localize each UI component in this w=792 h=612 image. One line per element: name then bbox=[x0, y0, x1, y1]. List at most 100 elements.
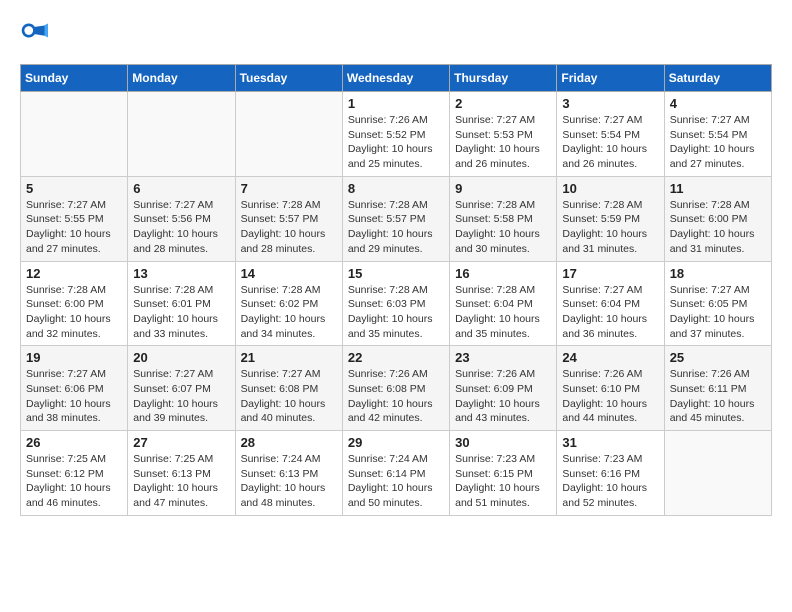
day-number: 6 bbox=[133, 181, 229, 196]
day-info: Sunrise: 7:28 AMSunset: 6:01 PMDaylight:… bbox=[133, 283, 229, 342]
logo bbox=[20, 20, 52, 48]
calendar-cell: 21Sunrise: 7:27 AMSunset: 6:08 PMDayligh… bbox=[235, 346, 342, 431]
calendar-cell: 6Sunrise: 7:27 AMSunset: 5:56 PMDaylight… bbox=[128, 176, 235, 261]
calendar-cell bbox=[664, 431, 771, 516]
day-info: Sunrise: 7:26 AMSunset: 6:08 PMDaylight:… bbox=[348, 367, 444, 426]
calendar-cell: 12Sunrise: 7:28 AMSunset: 6:00 PMDayligh… bbox=[21, 261, 128, 346]
day-number: 29 bbox=[348, 435, 444, 450]
calendar-cell: 13 Sunrise: 7:28 AMSunset: 6:01 PMDayligh… bbox=[128, 261, 235, 346]
weekday-header-friday: Friday bbox=[557, 65, 664, 92]
day-number: 28 bbox=[241, 435, 337, 450]
calendar-cell: 30Sunrise: 7:23 AMSunset: 6:15 PMDayligh… bbox=[450, 431, 557, 516]
day-number: 18 bbox=[670, 266, 766, 281]
day-info: Sunrise: 7:27 AMSunset: 6:05 PMDaylight:… bbox=[670, 283, 766, 342]
day-info: Sunrise: 7:27 AMSunset: 6:07 PMDaylight:… bbox=[133, 367, 229, 426]
day-info: Sunrise: 7:28 AMSunset: 5:57 PMDaylight:… bbox=[348, 198, 444, 257]
weekday-header-wednesday: Wednesday bbox=[342, 65, 449, 92]
calendar-cell: 31 Sunrise: 7:23 AMSunset: 6:16 PMDayligh… bbox=[557, 431, 664, 516]
day-info: Sunrise: 7:27 AMSunset: 6:06 PMDaylight:… bbox=[26, 367, 122, 426]
calendar-table: SundayMondayTuesdayWednesdayThursdayFrid… bbox=[20, 64, 772, 516]
day-number: 5 bbox=[26, 181, 122, 196]
calendar-cell: 22Sunrise: 7:26 AMSunset: 6:08 PMDayligh… bbox=[342, 346, 449, 431]
day-info: Sunrise: 7:25 AMSunset: 6:13 PMDaylight:… bbox=[133, 452, 229, 511]
day-number: 20 bbox=[133, 350, 229, 365]
calendar-cell: 10 Sunrise: 7:28 AMSunset: 5:59 PMDayligh… bbox=[557, 176, 664, 261]
calendar-cell: 29 Sunrise: 7:24 AMSunset: 6:14 PMDayligh… bbox=[342, 431, 449, 516]
day-number: 8 bbox=[348, 181, 444, 196]
day-number: 3 bbox=[562, 96, 658, 111]
day-number: 16 bbox=[455, 266, 551, 281]
day-number: 2 bbox=[455, 96, 551, 111]
calendar-cell: 4Sunrise: 7:27 AMSunset: 5:54 PMDaylight… bbox=[664, 92, 771, 177]
weekday-header-thursday: Thursday bbox=[450, 65, 557, 92]
day-number: 31 bbox=[562, 435, 658, 450]
day-number: 30 bbox=[455, 435, 551, 450]
day-number: 7 bbox=[241, 181, 337, 196]
day-info: Sunrise: 7:26 AMSunset: 6:11 PMDaylight:… bbox=[670, 367, 766, 426]
day-info: Sunrise: 7:28 AMSunset: 6:02 PMDaylight:… bbox=[241, 283, 337, 342]
day-number: 9 bbox=[455, 181, 551, 196]
day-info: Sunrise: 7:26 AMSunset: 5:52 PMDaylight:… bbox=[348, 113, 444, 172]
day-info: Sunrise: 7:23 AMSunset: 6:16 PMDaylight:… bbox=[562, 452, 658, 511]
day-info: Sunrise: 7:28 AMSunset: 5:58 PMDaylight:… bbox=[455, 198, 551, 257]
day-number: 4 bbox=[670, 96, 766, 111]
day-number: 14 bbox=[241, 266, 337, 281]
calendar-cell: 7 Sunrise: 7:28 AMSunset: 5:57 PMDaylight… bbox=[235, 176, 342, 261]
calendar-week-4: 19 Sunrise: 7:27 AMSunset: 6:06 PMDayligh… bbox=[21, 346, 772, 431]
calendar-cell: 5 Sunrise: 7:27 AMSunset: 5:55 PMDaylight… bbox=[21, 176, 128, 261]
calendar-cell: 8 Sunrise: 7:28 AMSunset: 5:57 PMDaylight… bbox=[342, 176, 449, 261]
day-info: Sunrise: 7:27 AMSunset: 5:54 PMDaylight:… bbox=[562, 113, 658, 172]
day-info: Sunrise: 7:24 AMSunset: 6:14 PMDaylight:… bbox=[348, 452, 444, 511]
calendar-week-5: 26 Sunrise: 7:25 AMSunset: 6:12 PMDayligh… bbox=[21, 431, 772, 516]
day-number: 26 bbox=[26, 435, 122, 450]
day-info: Sunrise: 7:26 AMSunset: 6:09 PMDaylight:… bbox=[455, 367, 551, 426]
calendar-cell: 18 Sunrise: 7:27 AMSunset: 6:05 PMDayligh… bbox=[664, 261, 771, 346]
day-number: 11 bbox=[670, 181, 766, 196]
calendar-week-3: 12Sunrise: 7:28 AMSunset: 6:00 PMDayligh… bbox=[21, 261, 772, 346]
logo-icon bbox=[20, 20, 48, 48]
day-number: 17 bbox=[562, 266, 658, 281]
day-info: Sunrise: 7:28 AMSunset: 6:03 PMDaylight:… bbox=[348, 283, 444, 342]
calendar-cell bbox=[21, 92, 128, 177]
day-info: Sunrise: 7:25 AMSunset: 6:12 PMDaylight:… bbox=[26, 452, 122, 511]
day-info: Sunrise: 7:28 AMSunset: 6:00 PMDaylight:… bbox=[670, 198, 766, 257]
calendar-cell: 23 Sunrise: 7:26 AMSunset: 6:09 PMDayligh… bbox=[450, 346, 557, 431]
calendar-cell: 20 Sunrise: 7:27 AMSunset: 6:07 PMDayligh… bbox=[128, 346, 235, 431]
weekday-header-monday: Monday bbox=[128, 65, 235, 92]
day-number: 24 bbox=[562, 350, 658, 365]
weekday-header-saturday: Saturday bbox=[664, 65, 771, 92]
weekday-header-tuesday: Tuesday bbox=[235, 65, 342, 92]
calendar-cell bbox=[128, 92, 235, 177]
calendar-cell: 15 Sunrise: 7:28 AMSunset: 6:03 PMDayligh… bbox=[342, 261, 449, 346]
weekday-header-sunday: Sunday bbox=[21, 65, 128, 92]
day-info: Sunrise: 7:26 AMSunset: 6:10 PMDaylight:… bbox=[562, 367, 658, 426]
day-info: Sunrise: 7:27 AMSunset: 5:53 PMDaylight:… bbox=[455, 113, 551, 172]
calendar-cell: 26 Sunrise: 7:25 AMSunset: 6:12 PMDayligh… bbox=[21, 431, 128, 516]
day-info: Sunrise: 7:28 AMSunset: 5:59 PMDaylight:… bbox=[562, 198, 658, 257]
day-number: 25 bbox=[670, 350, 766, 365]
calendar-cell: 24 Sunrise: 7:26 AMSunset: 6:10 PMDayligh… bbox=[557, 346, 664, 431]
calendar-cell: 19 Sunrise: 7:27 AMSunset: 6:06 PMDayligh… bbox=[21, 346, 128, 431]
day-info: Sunrise: 7:28 AMSunset: 6:04 PMDaylight:… bbox=[455, 283, 551, 342]
day-number: 27 bbox=[133, 435, 229, 450]
calendar-cell: 14 Sunrise: 7:28 AMSunset: 6:02 PMDayligh… bbox=[235, 261, 342, 346]
calendar-week-2: 5 Sunrise: 7:27 AMSunset: 5:55 PMDaylight… bbox=[21, 176, 772, 261]
day-number: 19 bbox=[26, 350, 122, 365]
page-header bbox=[20, 20, 772, 48]
calendar-cell bbox=[235, 92, 342, 177]
calendar-cell: 28 Sunrise: 7:24 AMSunset: 6:13 PMDayligh… bbox=[235, 431, 342, 516]
calendar-cell: 3 Sunrise: 7:27 AMSunset: 5:54 PMDaylight… bbox=[557, 92, 664, 177]
calendar-week-1: 1 Sunrise: 7:26 AMSunset: 5:52 PMDaylight… bbox=[21, 92, 772, 177]
day-number: 12 bbox=[26, 266, 122, 281]
day-number: 21 bbox=[241, 350, 337, 365]
day-info: Sunrise: 7:24 AMSunset: 6:13 PMDaylight:… bbox=[241, 452, 337, 511]
day-info: Sunrise: 7:28 AMSunset: 5:57 PMDaylight:… bbox=[241, 198, 337, 257]
day-info: Sunrise: 7:27 AMSunset: 5:55 PMDaylight:… bbox=[26, 198, 122, 257]
day-number: 10 bbox=[562, 181, 658, 196]
day-number: 13 bbox=[133, 266, 229, 281]
day-number: 23 bbox=[455, 350, 551, 365]
day-number: 1 bbox=[348, 96, 444, 111]
day-number: 15 bbox=[348, 266, 444, 281]
calendar-cell: 2 Sunrise: 7:27 AMSunset: 5:53 PMDaylight… bbox=[450, 92, 557, 177]
calendar-cell: 16 Sunrise: 7:28 AMSunset: 6:04 PMDayligh… bbox=[450, 261, 557, 346]
